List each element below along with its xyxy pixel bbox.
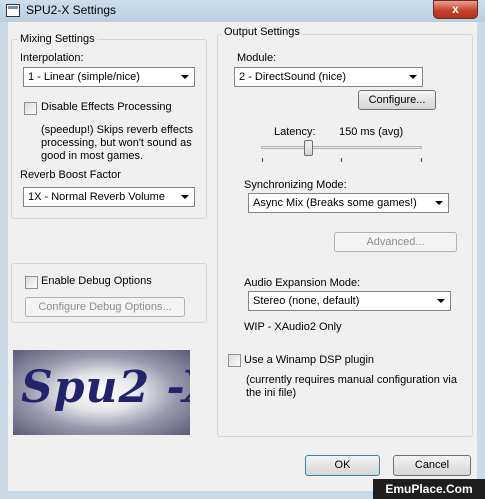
- chevron-down-icon: [435, 201, 443, 205]
- mixing-settings-title: Mixing Settings: [18, 33, 97, 45]
- chevron-down-icon: [181, 195, 189, 199]
- module-dropdown[interactable]: 2 - DirectSound (nice): [234, 67, 423, 87]
- audio-expansion-value: Stereo (none, default): [253, 295, 360, 307]
- slider-tick: [262, 158, 263, 162]
- configure-debug-button[interactable]: Configure Debug Options...: [25, 297, 185, 317]
- latency-label: Latency:: [274, 126, 316, 138]
- enable-debug-label[interactable]: Enable Debug Options: [41, 275, 152, 287]
- reverb-boost-label: Reverb Boost Factor: [20, 169, 121, 181]
- site-watermark: EmuPlace.Com: [373, 479, 485, 499]
- chevron-down-icon: [181, 75, 189, 79]
- audio-expansion-dropdown[interactable]: Stereo (none, default): [248, 291, 451, 311]
- sync-mode-value: Async Mix (Breaks some games!): [253, 197, 417, 209]
- spu2x-logo: Spu2 -X: [13, 350, 190, 435]
- window-title: SPU2-X Settings: [26, 3, 117, 17]
- latency-slider-track[interactable]: [261, 146, 422, 149]
- interpolation-label: Interpolation:: [20, 52, 84, 64]
- effects-note-line-2: processing, but won't sound as: [41, 137, 192, 149]
- logo-text: Spu2 -X: [21, 362, 190, 413]
- chevron-down-icon: [409, 75, 417, 79]
- settings-window: SPU2-X Settings x Mixing Settings Interp…: [0, 0, 485, 499]
- winamp-dsp-checkbox[interactable]: [228, 354, 241, 367]
- cancel-button[interactable]: Cancel: [393, 455, 471, 476]
- output-settings-title: Output Settings: [222, 26, 302, 38]
- window-icon: [6, 4, 20, 17]
- configure-module-button[interactable]: Configure...: [358, 90, 436, 110]
- ok-button[interactable]: OK: [305, 455, 380, 476]
- sync-mode-label: Synchronizing Mode:: [244, 179, 347, 191]
- winamp-note-line-2: the ini file): [246, 387, 297, 399]
- disable-effects-checkbox[interactable]: [24, 102, 37, 115]
- effects-note-line-1: (speedup!) Skips reverb effects: [41, 124, 194, 136]
- audio-expansion-label: Audio Expansion Mode:: [244, 277, 361, 289]
- interpolation-dropdown[interactable]: 1 - Linear (simple/nice): [23, 67, 195, 87]
- sync-mode-dropdown[interactable]: Async Mix (Breaks some games!): [248, 193, 449, 213]
- reverb-boost-value: 1X - Normal Reverb Volume: [28, 191, 165, 203]
- dialog-client-area: Mixing Settings Interpolation: 1 - Linea…: [8, 22, 477, 491]
- disable-effects-label[interactable]: Disable Effects Processing: [41, 101, 172, 113]
- module-value: 2 - DirectSound (nice): [239, 71, 346, 83]
- latency-slider-thumb[interactable]: [304, 140, 313, 156]
- close-icon: x: [452, 2, 459, 16]
- slider-tick: [341, 158, 342, 162]
- enable-debug-checkbox[interactable]: [25, 276, 38, 289]
- slider-tick: [421, 158, 422, 162]
- chevron-down-icon: [437, 299, 445, 303]
- module-label: Module:: [237, 52, 277, 64]
- advanced-button[interactable]: Advanced...: [334, 232, 457, 252]
- winamp-note-line-1: (currently requires manual configuration…: [246, 374, 457, 386]
- reverb-boost-dropdown[interactable]: 1X - Normal Reverb Volume: [23, 187, 195, 207]
- wip-note: WIP - XAudio2 Only: [244, 321, 342, 333]
- winamp-dsp-label[interactable]: Use a Winamp DSP plugin: [244, 354, 374, 366]
- interpolation-value: 1 - Linear (simple/nice): [28, 71, 140, 83]
- title-bar[interactable]: SPU2-X Settings x: [0, 0, 485, 22]
- effects-note-line-3: good in most games.: [41, 150, 144, 162]
- close-button[interactable]: x: [433, 0, 478, 19]
- latency-value: 150 ms (avg): [339, 126, 404, 138]
